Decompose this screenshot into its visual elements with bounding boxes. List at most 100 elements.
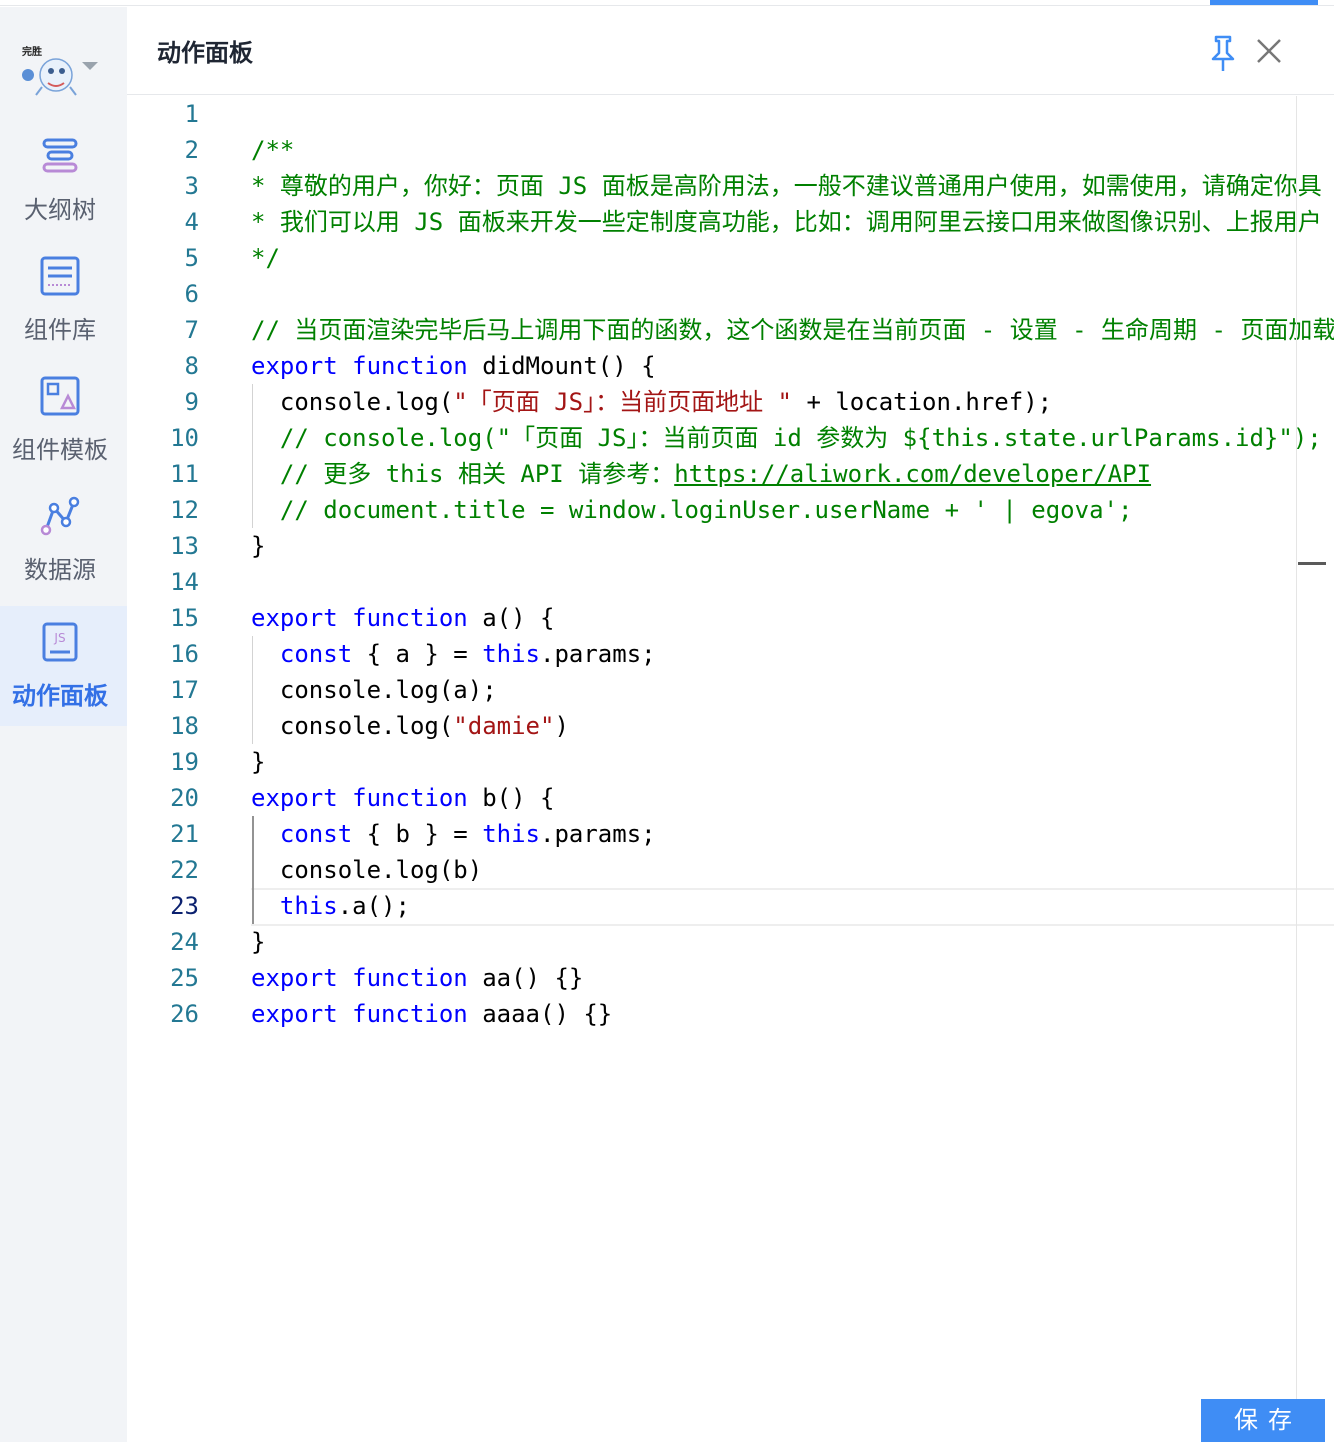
sidebar-item-outline-tree[interactable]: 大纲树 [0, 120, 127, 240]
code-line[interactable]: 19} [127, 744, 1334, 780]
code-token: this [482, 820, 540, 848]
sidebar-item-label: 数据源 [24, 556, 96, 584]
code-token: function [352, 352, 468, 380]
code-token: export [251, 352, 338, 380]
component-library-icon [40, 256, 80, 296]
line-number: 22 [170, 856, 199, 884]
code-line[interactable]: 15 export function a() { [127, 600, 1334, 636]
code-text: * 尊敬的用户，你好：页面 JS 面板是高阶用法，一般不建议普通用户使用，如需使… [251, 168, 1322, 204]
code-token: export [251, 1000, 338, 1028]
code-text: * 我们可以用 JS 面板来开发一些定制度高功能，比如：调用阿里云接口用来做图像… [251, 204, 1322, 240]
code-token: // console.log("「页面 JS」：当前页面 id 参数为 ${th… [279, 424, 1322, 452]
code-line[interactable]: 23 this.a(); [127, 888, 1334, 926]
code-token: // 当页面渲染完毕后马上调用下面的函数，这个函数是在当前页面 - 设置 - 生… [251, 316, 1334, 344]
code-token: this [279, 892, 338, 920]
code-token: console.log(a); [251, 676, 497, 704]
code-token: { a } = [352, 640, 483, 668]
sidebar-item-data-source[interactable]: 数据源 [0, 480, 127, 600]
code-line[interactable]: 1 [127, 96, 1334, 132]
line-number: 25 [170, 964, 199, 992]
line-number: 8 [184, 352, 199, 380]
line-number: 20 [170, 784, 199, 812]
code-line[interactable]: 22 console.log(b) [127, 852, 1334, 888]
code-line[interactable]: 11 // 更多 this 相关 API 请参考：https://aliwork… [127, 456, 1334, 492]
code-token: * 尊敬的用户，你好：页面 JS 面板是高阶用法，一般不建议普通用户使用，如需使… [251, 172, 1322, 200]
code-line[interactable]: 6 [127, 276, 1334, 312]
code-line[interactable]: 2 /** [127, 132, 1334, 168]
line-number: 10 [170, 424, 199, 452]
code-text: export function didMount() { [251, 348, 656, 384]
code-token: function [352, 784, 468, 812]
line-number: 12 [170, 496, 199, 524]
code-line[interactable]: 18 console.log("damie") [127, 708, 1334, 744]
code-line[interactable]: 26 export function aaaa() {} [127, 996, 1334, 1032]
code-text: } [251, 528, 265, 564]
line-number: 16 [170, 640, 199, 668]
code-token: console.log(b) [251, 856, 483, 884]
code-token: "「页面 JS」：当前页面地址 " [453, 388, 792, 416]
code-line[interactable]: 25 export function aa() {} [127, 960, 1334, 996]
outline-tree-icon [42, 138, 78, 173]
code-line[interactable]: 24} [127, 924, 1334, 960]
code-token: // document.title = window.loginUser.use… [279, 496, 1133, 524]
code-line[interactable]: 7 // 当页面渲染完毕后马上调用下面的函数，这个函数是在当前页面 - 设置 - … [127, 312, 1334, 348]
line-number: 6 [184, 280, 199, 308]
line-number: 24 [170, 928, 199, 956]
code-line[interactable]: 3 * 尊敬的用户，你好：页面 JS 面板是高阶用法，一般不建议普通用户使用，如需… [127, 168, 1334, 204]
pin-icon[interactable] [1205, 33, 1241, 73]
code-line[interactable]: 20 export function b() { [127, 780, 1334, 816]
code-token: // 更多 this 相关 API 请参考： [279, 460, 675, 488]
sidebar-item-label: 组件模板 [12, 436, 108, 464]
code-line[interactable]: 17 console.log(a); [127, 672, 1334, 708]
code-line[interactable]: 16 const { a } = this.params; [127, 636, 1334, 672]
code-line[interactable]: 4 * 我们可以用 JS 面板来开发一些定制度高功能，比如：调用阿里云接口用来做图… [127, 204, 1334, 240]
code-text: export function aaaa() {} [251, 996, 612, 1032]
panel-header: 动作面板 [127, 7, 1334, 95]
line-number: 19 [170, 748, 199, 776]
code-text: export function b() { [251, 780, 554, 816]
code-line[interactable]: 10 // console.log("「页面 JS」：当前页面 id 参数为 $… [127, 420, 1334, 456]
editor-scrollbar-thumb[interactable] [1298, 562, 1326, 565]
code-token: .params; [540, 820, 656, 848]
code-token: export [251, 784, 338, 812]
window-top-border [0, 0, 1334, 6]
code-text: // 当页面渲染完毕后马上调用下面的函数，这个函数是在当前页面 - 设置 - 生… [251, 312, 1334, 348]
line-number: 4 [184, 208, 199, 236]
code-token: function [352, 964, 468, 992]
sidebar-item-js-panel[interactable]: JS 动作面板 [0, 606, 127, 726]
code-token: aaaa() {} [467, 1000, 613, 1028]
code-text: console.log("damie") [251, 708, 569, 744]
code-line[interactable]: 14 [127, 564, 1334, 600]
line-number: 13 [170, 532, 199, 560]
line-number: 15 [170, 604, 199, 632]
code-line[interactable]: 5 */ [127, 240, 1334, 276]
code-text: this.a(); [251, 888, 410, 924]
code-token: } [251, 928, 266, 956]
logo-dropdown-caret-icon[interactable] [82, 62, 98, 70]
sidebar-item-component-template[interactable]: 组件模板 [0, 360, 127, 480]
code-line[interactable]: 9 console.log("「页面 JS」：当前页面地址 " + locati… [127, 384, 1334, 420]
save-button[interactable]: 保存 [1201, 1399, 1325, 1442]
code-text: export function a() { [251, 600, 554, 636]
app-logo[interactable]: 完胜 [18, 41, 82, 101]
line-number: 1 [184, 100, 199, 128]
code-token: "damie" [453, 712, 555, 740]
code-line[interactable]: 13} [127, 528, 1334, 564]
code-line[interactable]: 21 const { b } = this.params; [127, 816, 1334, 852]
editor-scrollbar-track[interactable] [1296, 96, 1297, 1442]
code-line[interactable]: 8 export function didMount() { [127, 348, 1334, 384]
close-icon[interactable] [1253, 35, 1285, 67]
code-token: console.log( [251, 712, 454, 740]
code-token: a() { [467, 604, 555, 632]
sidebar-item-label: 组件库 [24, 316, 96, 344]
code-line[interactable]: 12 // document.title = window.loginUser.… [127, 492, 1334, 528]
code-editor[interactable]: 1 2/** 3 * 尊敬的用户，你好：页面 JS 面板是高阶用法，一般不建议普通用户… [127, 96, 1334, 1442]
sidebar-item-component-library[interactable]: 组件库 [0, 240, 127, 360]
code-text: console.log(b) [251, 852, 482, 888]
